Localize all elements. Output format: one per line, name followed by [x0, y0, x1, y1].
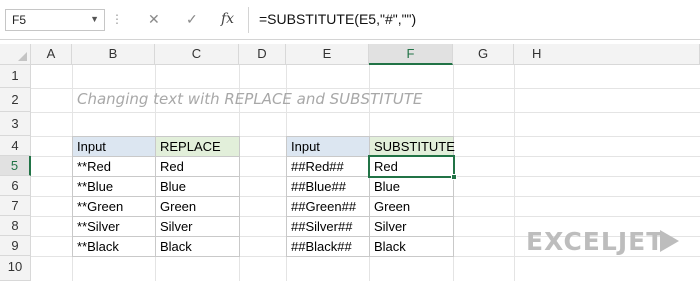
insert-function-icon[interactable]: fx [221, 11, 234, 27]
select-all-button[interactable] [0, 44, 31, 65]
row-header-3[interactable]: 3 [0, 112, 31, 136]
name-box-value: F5 [12, 13, 27, 27]
table-cell[interactable]: Green [155, 196, 240, 217]
table-cell[interactable]: Silver [369, 216, 454, 237]
table-cell[interactable]: ##Green## [286, 196, 370, 217]
table-cell[interactable]: **Red [72, 156, 156, 177]
row-header-4[interactable]: 4 [0, 136, 31, 156]
row-header-5[interactable]: 5 [0, 156, 31, 176]
column-header-a[interactable]: A [31, 44, 72, 65]
column-header-d[interactable]: D [239, 44, 286, 65]
logo-arrow-icon [660, 230, 679, 252]
table-header-input[interactable]: Input [286, 136, 370, 157]
table-cell[interactable]: **Green [72, 196, 156, 217]
table-cell[interactable]: ##Black## [286, 236, 370, 257]
row-header-10[interactable]: 10 [0, 256, 31, 281]
formula-bar: F5 ▼ ⋮ ✕ ✓ fx =SUBSTITUTE(E5,"#","") [0, 0, 700, 40]
gridline [514, 65, 515, 281]
column-header-h[interactable]: H [514, 44, 700, 65]
row-header-7[interactable]: 7 [0, 196, 31, 216]
table-cell[interactable]: **Black [72, 236, 156, 257]
column-header-e[interactable]: E [286, 44, 369, 65]
row-header-2[interactable]: 2 [0, 88, 31, 112]
table-cell[interactable]: Black [155, 236, 240, 257]
cancel-icon[interactable]: ✕ [148, 11, 160, 28]
enter-icon[interactable]: ✓ [186, 11, 198, 28]
table-cell[interactable]: Red [155, 156, 240, 177]
active-cell-selection[interactable] [368, 155, 455, 178]
table-cell[interactable]: **Silver [72, 216, 156, 237]
chevron-down-icon[interactable]: ▼ [90, 14, 99, 24]
formula-input[interactable]: =SUBSTITUTE(E5,"#","") [259, 11, 416, 27]
formula-bar-divider [248, 7, 249, 33]
exceljet-logo: EXCELJET [526, 227, 665, 256]
table-header-substitute[interactable]: SUBSTITUTE [369, 136, 455, 157]
table-cell[interactable]: Silver [155, 216, 240, 237]
column-header-f[interactable]: F [369, 44, 453, 65]
row-header-8[interactable]: 8 [0, 216, 31, 236]
gridline [31, 88, 700, 89]
table-cell[interactable]: ##Silver## [286, 216, 370, 237]
row-header-1[interactable]: 1 [0, 65, 31, 88]
sheet-title[interactable]: Changing text with REPLACE and SUBSTITUT… [77, 90, 422, 108]
table-cell[interactable]: Green [369, 196, 454, 217]
select-all-icon [18, 52, 27, 61]
column-header-g[interactable]: G [453, 44, 514, 65]
column-header-c[interactable]: C [155, 44, 239, 65]
drag-handle-icon[interactable]: ⋮ [111, 12, 123, 26]
table-cell[interactable]: Blue [155, 176, 240, 197]
name-box[interactable]: F5 ▼ [5, 9, 105, 31]
table-cell[interactable]: ##Red## [286, 156, 370, 177]
table-cell[interactable]: **Blue [72, 176, 156, 197]
fill-handle[interactable] [451, 174, 457, 180]
gridline [31, 112, 700, 113]
column-header-b[interactable]: B [72, 44, 155, 65]
table-cell[interactable]: ##Blue## [286, 176, 370, 197]
table-header-replace[interactable]: REPLACE [155, 136, 240, 157]
table-cell[interactable]: Blue [369, 176, 454, 197]
row-header-6[interactable]: 6 [0, 176, 31, 196]
table-cell[interactable]: Black [369, 236, 454, 257]
table-header-input[interactable]: Input [72, 136, 156, 157]
row-header-9[interactable]: 9 [0, 236, 31, 256]
